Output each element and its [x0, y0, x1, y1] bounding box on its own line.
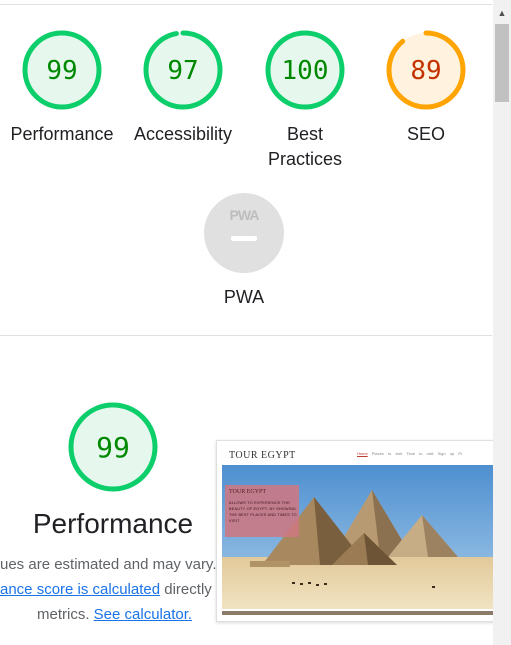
gauge-label: Best Practices — [250, 122, 360, 172]
screenshot-hero-card: TOUR EGYPT ALLOWS TO EXPERIENCE THE BEAU… — [225, 485, 299, 537]
gauge-best-practices[interactable]: 100 Best Practices — [250, 30, 360, 172]
scrollbar-thumb[interactable] — [495, 24, 509, 102]
performance-title: Performance — [32, 508, 194, 539]
screenshot-nav-item: Time to visit — [406, 451, 434, 456]
description-line1: ues are estimated and may vary. — [0, 556, 217, 573]
gauge-ring: 89 — [386, 30, 466, 110]
pwa-badge-text: PWA — [229, 207, 260, 223]
description-line3: metrics. See calculator. — [37, 602, 192, 627]
screenshot-nav-item: Pr — [458, 451, 463, 456]
gauge-label-line1: Best — [286, 124, 324, 144]
gauge-ring: 99 — [22, 30, 102, 110]
gauge-label: Accessibility — [133, 124, 233, 144]
description-line2: ance score is calculated directly fr — [0, 577, 225, 602]
gauge-label-line2: Practices — [267, 149, 343, 169]
screenshot-footer-bar — [222, 611, 494, 615]
section-divider — [0, 335, 492, 336]
screenshot-site-header: TOUR EGYPT Home Places to visit Time to … — [217, 441, 494, 465]
screenshot-nav: Home Places to visit Time to visit Sign … — [357, 451, 462, 456]
gauge-score: 97 — [167, 56, 198, 86]
screenshot-nav-item: Home — [357, 451, 368, 456]
screenshot-card-body: ALLOWS TO EXPERIENCE THE BEAUTY OF EGYPT… — [229, 501, 297, 523]
gauge-performance[interactable]: 99 Performance — [7, 30, 117, 147]
screenshot-brand: TOUR EGYPT — [229, 450, 296, 461]
scroll-up-arrow-icon[interactable]: ▲ — [493, 6, 511, 20]
pwa-dash-icon — [231, 236, 257, 241]
screenshot-nav-item: Sign up — [437, 451, 455, 456]
performance-score: 99 — [96, 431, 130, 464]
gauge-ring: 100 — [265, 30, 345, 110]
gauge-label: PWA — [223, 287, 265, 307]
performance-gauge-large: 99 — [67, 401, 159, 498]
gauge-seo[interactable]: 89 SEO — [371, 30, 481, 147]
score-calculation-link[interactable]: ance score is calculated — [0, 581, 160, 598]
gauge-accessibility[interactable]: 97 Accessibility — [128, 30, 238, 147]
screenshot-card-title: TOUR EGYPT — [229, 489, 267, 495]
gauge-label: SEO — [406, 124, 445, 144]
description-line3-text: metrics. — [37, 606, 94, 623]
performance-gauge-ring: 99 — [68, 402, 158, 492]
see-calculator-link[interactable]: See calculator. — [94, 606, 192, 623]
gauge-score: 99 — [46, 56, 77, 86]
screenshot-nav-item: Places to visit — [371, 451, 403, 456]
gauge-label: Performance — [10, 124, 114, 144]
gauge-pwa[interactable]: PWA PWA — [189, 193, 299, 308]
vertical-scrollbar[interactable]: ▲ — [493, 0, 511, 645]
gauge-ring: 97 — [143, 30, 223, 110]
gauge-score: 100 — [282, 56, 329, 86]
top-divider — [0, 4, 492, 5]
pwa-badge: PWA — [204, 193, 284, 273]
gauge-score: 89 — [410, 56, 441, 86]
final-screenshot-thumbnail[interactable]: TOUR EGYPT Home Places to visit Time to … — [216, 440, 495, 622]
